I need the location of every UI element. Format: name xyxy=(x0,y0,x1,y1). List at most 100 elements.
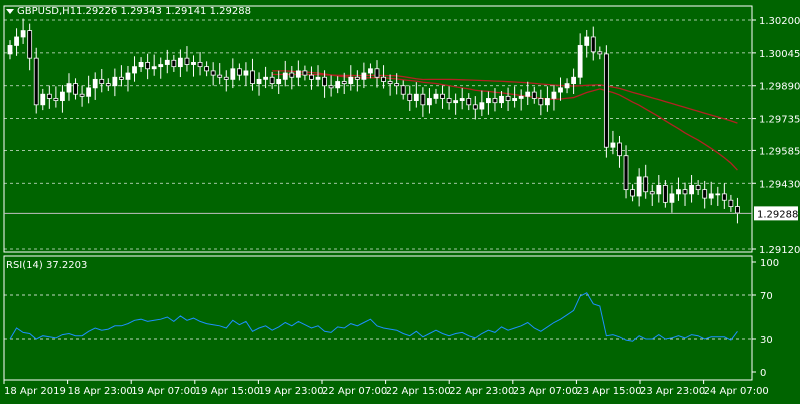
candle-body xyxy=(295,70,301,78)
candle-body xyxy=(564,83,570,89)
candle-body xyxy=(538,98,544,106)
candle-body xyxy=(348,76,354,85)
candle-body xyxy=(577,45,583,78)
candle-body xyxy=(53,98,59,101)
rsi-tick-label: 70 xyxy=(760,291,773,302)
candle-body xyxy=(20,30,26,38)
candle-body xyxy=(368,68,373,74)
candle-body xyxy=(99,78,105,85)
candle-body xyxy=(256,78,262,85)
rsi-label: RSI(14) 37.2203 xyxy=(6,260,87,271)
candle-body xyxy=(60,91,65,101)
candle-body xyxy=(400,85,406,95)
candle-body xyxy=(112,76,118,87)
candle-body xyxy=(276,78,282,85)
time-tick-label: 22 Apr 07:00 xyxy=(322,386,387,397)
candle-body xyxy=(571,76,577,85)
candle-body xyxy=(525,91,531,97)
candle-body xyxy=(33,57,39,106)
candle-body xyxy=(505,95,511,101)
candle-body xyxy=(427,98,432,106)
candle-body xyxy=(250,70,255,85)
candle-body xyxy=(361,72,367,80)
candle-body xyxy=(354,76,360,80)
candle-body xyxy=(558,87,563,93)
time-tick-label: 24 Apr 07:00 xyxy=(704,386,769,397)
candle-body xyxy=(230,68,236,80)
candle-body xyxy=(328,85,334,89)
candle-body xyxy=(479,102,485,110)
candle-body xyxy=(702,189,708,199)
candle-body xyxy=(197,62,203,68)
symbol-label: GBPUSD,H1 xyxy=(17,6,76,17)
candle-body xyxy=(728,199,734,207)
price-tick-label: 1.29585 xyxy=(759,146,800,157)
candle-body xyxy=(590,36,596,53)
candle-body xyxy=(66,83,72,93)
candle-body xyxy=(440,93,445,99)
candle-body xyxy=(420,93,426,106)
candle-body xyxy=(145,62,151,70)
candle-body xyxy=(715,193,721,196)
candle-body xyxy=(217,74,223,78)
time-tick-label: 23 Apr 15:00 xyxy=(576,386,641,397)
candle-body xyxy=(649,191,655,195)
candle-body xyxy=(531,91,537,99)
candle-body xyxy=(243,70,249,76)
candle-body xyxy=(662,184,668,203)
candle-body xyxy=(721,193,727,201)
candle-body xyxy=(492,98,498,104)
candle-body xyxy=(669,193,675,203)
chart-window[interactable]: 1.30200 1.30045 1.29890 1.29735 1.29585 1.294… xyxy=(0,0,800,400)
candle-body xyxy=(466,98,472,106)
candle-body xyxy=(289,72,295,78)
candle-body xyxy=(73,83,78,95)
candle-body xyxy=(656,184,662,195)
candle-body xyxy=(263,76,268,80)
candle-body xyxy=(282,72,288,80)
candle-body xyxy=(322,76,327,87)
candle-body xyxy=(138,62,144,68)
candle-body xyxy=(132,66,137,74)
time-tick-label: 18 Apr 23:00 xyxy=(68,386,133,397)
price-tick-label: 1.30200 xyxy=(759,16,800,27)
price-tick-label: 1.29430 xyxy=(759,179,800,190)
bid-price-label: 1.29288 xyxy=(757,209,798,220)
candle-body xyxy=(158,64,164,68)
candle-body xyxy=(86,87,92,97)
time-tick-label: 19 Apr 15:00 xyxy=(195,386,260,397)
candle-body xyxy=(341,81,347,85)
candle-body xyxy=(708,193,714,199)
candle-body xyxy=(623,155,629,191)
candle-body xyxy=(119,76,124,80)
candle-body xyxy=(695,184,701,191)
candle-body xyxy=(453,100,459,104)
candle-body xyxy=(92,78,98,89)
candle-body xyxy=(302,70,308,76)
time-tick-label: 22 Apr 15:00 xyxy=(386,386,451,397)
candle-body xyxy=(584,36,590,46)
candle-body xyxy=(512,98,518,101)
candle-body xyxy=(14,36,19,46)
candle-body xyxy=(171,59,177,68)
candle-body xyxy=(433,93,439,99)
candle-body xyxy=(544,98,550,106)
time-tick-label: 22 Apr 23:00 xyxy=(449,386,514,397)
candle-body xyxy=(486,98,491,104)
price-tick-label: 1.30045 xyxy=(759,49,800,60)
rsi-tick-label: 0 xyxy=(760,368,766,379)
time-tick-label: 19 Apr 23:00 xyxy=(258,386,323,397)
chart-canvas[interactable]: 1.30200 1.30045 1.29890 1.29735 1.29585 1.294… xyxy=(0,0,800,400)
time-tick-label: 19 Apr 07:00 xyxy=(131,386,196,397)
candle-body xyxy=(689,184,694,195)
candle-body xyxy=(387,81,393,85)
time-tick-label: 18 Apr 2019 xyxy=(4,386,66,397)
candle-body xyxy=(184,57,190,65)
candle-body xyxy=(7,45,13,55)
candle-body xyxy=(79,93,85,97)
candle-body xyxy=(551,91,557,99)
rsi-tick-label: 100 xyxy=(760,258,779,269)
time-tick-label: 23 Apr 07:00 xyxy=(513,386,578,397)
price-tick-label: 1.29120 xyxy=(759,245,800,256)
candle-body xyxy=(381,76,386,82)
